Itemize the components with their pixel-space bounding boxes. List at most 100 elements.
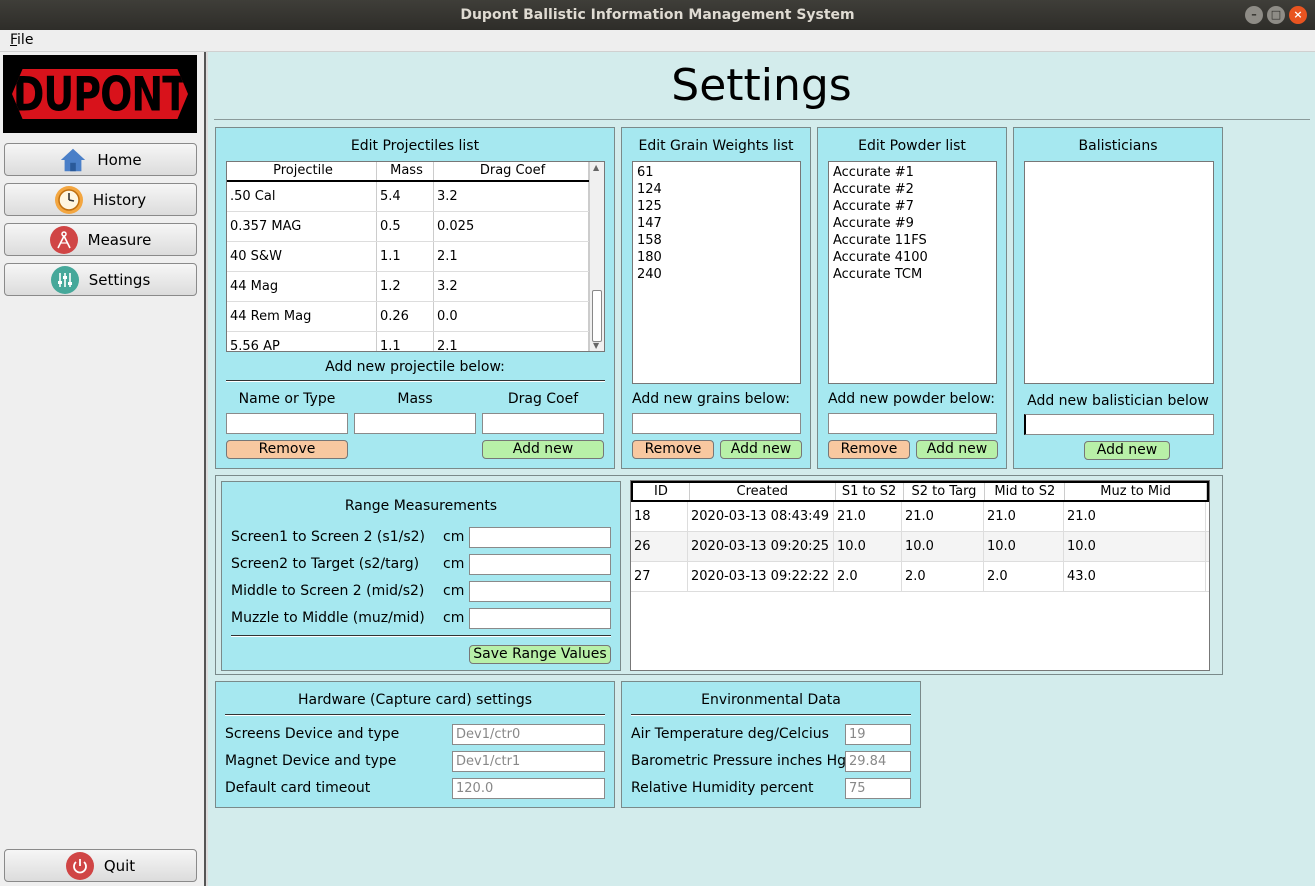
home-button[interactable]: Home [4,143,197,176]
table-cell: 43.0 [1064,562,1206,591]
remove-powder-button[interactable]: Remove [828,440,910,459]
add-projectile-button[interactable]: Add new [482,440,604,459]
table-cell: 5.4 [377,182,434,211]
projectile-mass-input[interactable] [354,413,476,434]
home-label: Home [97,150,142,169]
add-projectile-label: Add new projectile below: [325,359,505,375]
scroll-up-icon[interactable]: ▲ [593,163,599,172]
list-item[interactable]: Accurate #1 [833,164,992,181]
environment-title: Environmental Data [701,692,841,708]
table-row[interactable]: 26 2020-03-13 09:20:25 10.0 10.0 10.0 10… [631,532,1209,562]
s2-targ-input[interactable] [469,554,611,575]
table-row[interactable]: 40 S&W 1.1 2.1 [227,242,604,272]
column-header[interactable]: Created [690,483,836,500]
list-item[interactable]: 158 [637,232,796,249]
settings-button[interactable]: Settings [4,263,197,296]
card-timeout-input[interactable]: 120.0 [452,778,605,799]
projectiles-scrollbar[interactable]: ▲ ▼ [589,162,604,351]
list-item[interactable]: 240 [637,266,796,283]
column-header[interactable]: S2 to Targ [904,483,986,500]
quit-button[interactable]: Quit [4,849,197,882]
list-item[interactable]: Accurate #7 [833,198,992,215]
range-table[interactable]: ID Created S1 to S2 S2 to Targ Mid to S2… [630,480,1210,671]
magnet-device-input[interactable]: Dev1/ctr1 [452,751,605,772]
close-icon[interactable]: × [1289,6,1307,24]
maximize-icon[interactable]: □ [1267,6,1285,24]
save-range-button[interactable]: Save Range Values [469,645,611,664]
table-row[interactable]: 0.357 MAG 0.5 0.025 [227,212,604,242]
s1-s2-input[interactable] [469,527,611,548]
remove-projectile-button[interactable]: Remove [226,440,348,459]
table-cell: 1.1 [377,332,434,351]
table-row[interactable]: 44 Rem Mag 0.26 0.0 [227,302,604,332]
sidebar: DUPONT Home History Measure Settings Qui… [0,52,206,886]
table-row[interactable]: .50 Cal 5.4 3.2 [227,182,604,212]
powder-list[interactable]: Accurate #1 Accurate #2 Accurate #7 Accu… [828,161,997,384]
table-cell: 18 [631,502,688,531]
list-item[interactable]: Accurate TCM [833,266,992,283]
scrollbar-thumb[interactable] [592,290,602,342]
range-panel: Range Measurements Screen1 to Screen 2 (… [221,481,621,671]
column-header[interactable]: Projectile [227,162,377,180]
measure-button[interactable]: Measure [4,223,197,256]
list-item[interactable]: 180 [637,249,796,266]
drag-label: Drag Coef [507,391,579,407]
projectile-name-input[interactable] [226,413,348,434]
powder-title: Edit Powder list [858,138,966,154]
ballistician-input[interactable] [1024,414,1214,435]
table-cell: 2.1 [434,242,589,271]
ballisticians-list[interactable] [1024,161,1214,384]
table-cell: 1.2 [377,272,434,301]
list-item[interactable]: Accurate #9 [833,215,992,232]
table-row[interactable]: 44 Mag 1.2 3.2 [227,272,604,302]
mid-s2-input[interactable] [469,581,611,602]
column-header[interactable]: Mass [377,162,434,180]
table-cell: 2020-03-13 08:43:49 [688,502,834,531]
table-cell: 44 Rem Mag [227,302,377,331]
divider [226,380,605,382]
list-item[interactable]: 61 [637,164,796,181]
minimize-icon[interactable]: – [1245,6,1263,24]
projectiles-table[interactable]: Projectile Mass Drag Coef .50 Cal 5.4 3.2 … [226,161,605,352]
history-button[interactable]: History [4,183,197,216]
column-header[interactable]: ID [633,483,690,500]
air-temperature-input[interactable]: 19 [845,724,911,745]
list-item[interactable]: 147 [637,215,796,232]
column-header[interactable]: Muz to Mid [1065,483,1207,500]
remove-grain-button[interactable]: Remove [632,440,714,459]
projectile-drag-input[interactable] [482,413,604,434]
sliders-icon [50,265,79,294]
add-powder-button[interactable]: Add new [916,440,998,459]
grains-list[interactable]: 61 124 125 147 158 180 240 [632,161,801,384]
humidity-input[interactable]: 75 [845,778,911,799]
add-ballistician-button[interactable]: Add new [1084,441,1170,460]
menu-file[interactable]: File [10,32,33,48]
add-grain-button[interactable]: Add new [720,440,802,459]
list-item[interactable]: Accurate #2 [833,181,992,198]
list-item[interactable]: Accurate 11FS [833,232,992,249]
table-cell: 0.0 [434,302,589,331]
list-item[interactable]: 125 [637,198,796,215]
table-row[interactable]: 18 2020-03-13 08:43:49 21.0 21.0 21.0 21… [631,502,1209,532]
range-container: Range Measurements Screen1 to Screen 2 (… [215,475,1223,675]
powder-input[interactable] [828,413,997,434]
projectiles-title: Edit Projectiles list [350,138,480,154]
muz-mid-input[interactable] [469,608,611,629]
power-icon [65,851,94,880]
divider [231,635,611,637]
column-header[interactable]: S1 to S2 [836,483,904,500]
column-header[interactable]: Mid to S2 [985,483,1066,500]
name-label: Name or Type [238,391,336,407]
list-item[interactable]: Accurate 4100 [833,249,992,266]
screens-device-input[interactable]: Dev1/ctr0 [452,724,605,745]
page-title: Settings [671,60,852,111]
grains-input[interactable] [632,413,801,434]
table-row[interactable]: 27 2020-03-13 09:22:22 2.0 2.0 2.0 43.0 [631,562,1209,592]
list-item[interactable]: 124 [637,181,796,198]
ballisticians-title: Balisticians [1078,138,1158,154]
pressure-input[interactable]: 29.84 [845,751,911,772]
scroll-down-icon[interactable]: ▼ [593,341,599,350]
column-header[interactable]: Drag Coef [434,162,589,180]
table-row[interactable]: 5.56 AP 1.1 2.1 [227,332,604,351]
table-cell: 3.2 [434,182,589,211]
